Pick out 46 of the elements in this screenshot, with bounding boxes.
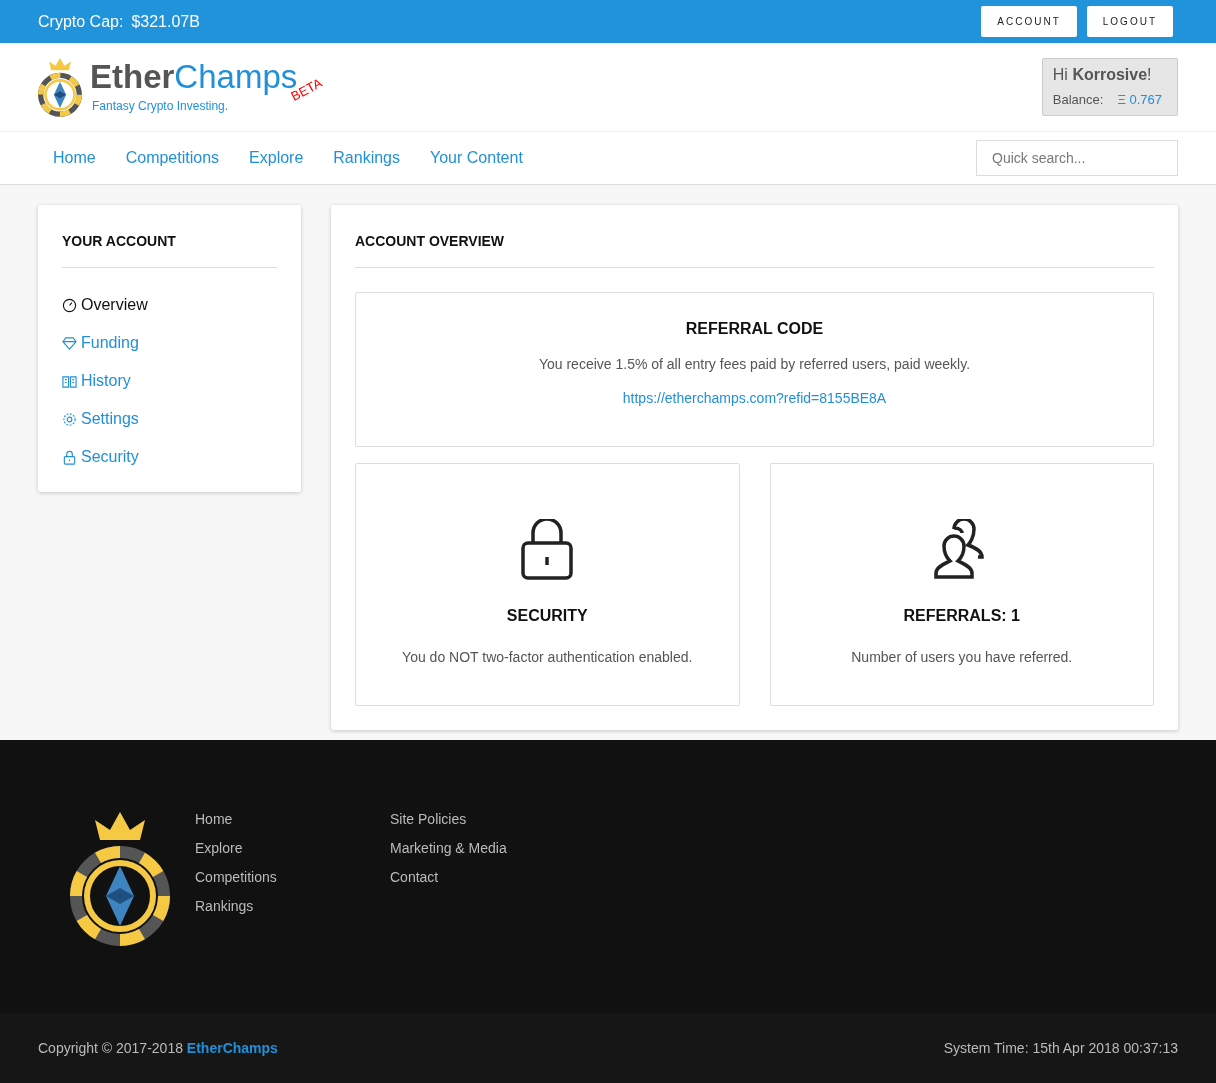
balance-value: Ξ 0.767: [1117, 92, 1162, 107]
panel-title: SECURITY: [506, 607, 588, 625]
copyright-link[interactable]: EtherChamps: [186, 1040, 278, 1056]
overview-title: ACCOUNT OVERVIEW: [355, 205, 1154, 268]
user-greeting: Hi Korrosive!: [1052, 66, 1153, 84]
referral-title: REFERRAL CODE: [685, 320, 824, 338]
sidebar-item[interactable]: History: [62, 370, 277, 392]
crown-coin-logo-icon: [38, 57, 82, 117]
panel-description: You do NOT two-factor authentication enabled.: [402, 649, 693, 665]
nav-link[interactable]: Home: [38, 149, 111, 167]
nav-link[interactable]: Rankings: [318, 149, 415, 167]
sidebar-title: YOUR ACCOUNT: [62, 205, 277, 268]
search-field[interactable]: Quick search...: [976, 140, 1178, 176]
footer-link[interactable]: Marketing & Media: [390, 839, 585, 858]
sidebar-item[interactable]: Settings: [62, 408, 277, 430]
crypto-cap-value: $321.07B: [131, 12, 200, 30]
footer-link[interactable]: Competitions: [195, 868, 390, 887]
brand-tagline: Fantasy Crypto Investing.: [92, 99, 230, 114]
referral-description: You receive 1.5% of all entry fees paid by referred users, paid weekly.: [538, 356, 971, 372]
settings-icon: [62, 411, 77, 427]
brand-name-first: Ether: [90, 58, 175, 96]
panel-description: Number of users you have referred.: [851, 649, 1073, 665]
footer-link[interactable]: Site Policies: [390, 810, 585, 829]
top-bar-button[interactable]: ACCOUNT: [981, 6, 1077, 37]
system-time: System Time: 15th Apr 2018 00:37:13: [943, 1040, 1178, 1056]
copyright-text: Copyright © 2017-2018: [38, 1040, 183, 1056]
footer-link[interactable]: Home: [195, 810, 390, 829]
gauge-icon: [62, 297, 77, 313]
nav-link[interactable]: Competitions: [110, 149, 235, 167]
sidebar-item[interactable]: Security: [62, 446, 277, 468]
nav-link[interactable]: Explore: [234, 149, 319, 167]
lock-icon: [62, 449, 77, 465]
top-bar-button[interactable]: LOGOUT: [1086, 6, 1173, 37]
crypto-cap-label: Crypto Cap:: [38, 12, 124, 30]
footer-link[interactable]: Rankings: [195, 897, 390, 916]
panel-title: REFERRALS: 1: [903, 607, 1020, 625]
nav-link[interactable]: Your Content: [415, 149, 538, 167]
footer-link[interactable]: Contact: [390, 868, 585, 887]
balance-label: Balance:: [1052, 92, 1104, 107]
crown-coin-logo-icon: [70, 810, 170, 946]
sidebar-item[interactable]: Overview: [62, 294, 277, 316]
book-icon: [62, 373, 77, 389]
sidebar-item[interactable]: Funding: [62, 332, 277, 354]
referral-link[interactable]: https://etherchamps.com?refid=8155BE8A: [622, 390, 887, 406]
footer-link[interactable]: Explore: [195, 839, 390, 858]
diamond-icon: [62, 335, 77, 351]
